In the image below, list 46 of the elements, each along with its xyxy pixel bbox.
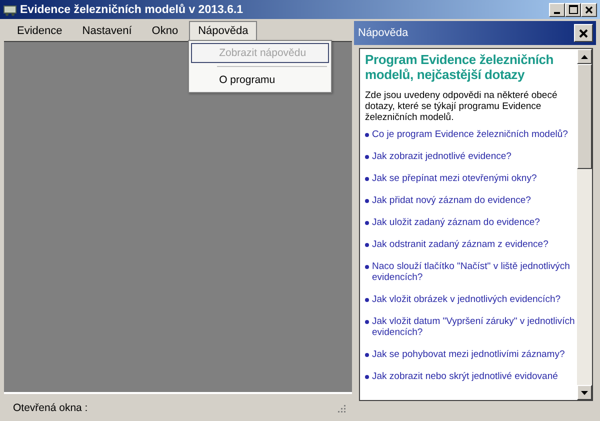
scroll-thumb[interactable] [577,64,592,169]
scrollbar[interactable] [577,49,592,400]
bullet-icon [365,199,369,203]
bullet-icon [365,265,369,269]
question-link[interactable]: Jak přidat nový záznam do evidence? [372,195,531,206]
question-link[interactable]: Jak uložit zadaný záznam do evidence? [372,217,540,228]
question-link[interactable]: Co je program Evidence železničních modelů? [372,129,568,140]
question-link[interactable]: Jak vložit datum "Vypršení záruky" v jednotlivích evidencích? [372,316,575,338]
bullet-icon [365,353,369,357]
maximize-icon [568,5,578,14]
bullet-icon [365,298,369,302]
question-link[interactable]: Jak se pohybovat mezi jednotlivími záznamy? [372,349,565,360]
dropdown-item[interactable]: O programu [191,70,330,90]
question-link[interactable]: Jak vložit obrázek v jednotlivých evidencích? [372,294,561,305]
window-title: Evidence železničních modelů v 2013.6.1 [20,4,244,16]
maximize-button[interactable] [565,2,581,16]
bullet-icon [365,320,369,324]
train-icon [3,2,17,16]
menu-item[interactable]: Okno [142,20,188,40]
close-button[interactable] [581,2,597,16]
question-link[interactable]: Jak zobrazit nebo skrýt jednotlivé evidované [372,371,558,382]
question-link[interactable]: Jak se přepínat mezi otevřenými okny? [372,173,537,184]
help-heading: Program Evidence železničních modelů, nejčastější dotazy [365,52,555,82]
question-link[interactable]: Naco slouží tlačítko "Načíst" v liště jednotlivých evidencích? [372,261,575,283]
close-icon [585,6,593,14]
help-intro: Zde jsou uvedeny odpovědi na některé obecé dotazy, které se týkají programu Evidence železničních modelů. [365,90,558,123]
bullet-icon [365,375,369,379]
close-button[interactable] [574,24,593,42]
minimize-icon [554,12,560,14]
minimize-button[interactable] [549,2,565,16]
menu-item[interactable]: Nápověda [189,20,258,40]
menu-item[interactable]: Evidence [8,20,72,40]
panel-title: Nápověda [358,27,408,39]
resize-grip-icon [336,402,346,412]
bullet-icon [365,243,369,247]
question-link[interactable]: Jak odstranit zadaný záznam z evidence? [372,239,548,250]
menu-item[interactable]: Nastavení [73,20,141,40]
status-label: Otevřená okna : [13,402,88,414]
bullet-icon [365,133,369,137]
scroll-down-icon[interactable] [577,385,592,400]
bullet-icon [365,155,369,159]
bullet-icon [365,177,369,181]
scroll-up-icon[interactable] [577,49,592,64]
close-icon [579,28,588,38]
bullet-icon [365,221,369,225]
question-link[interactable]: Jak zobrazit jednotlivé evidence? [372,151,512,162]
